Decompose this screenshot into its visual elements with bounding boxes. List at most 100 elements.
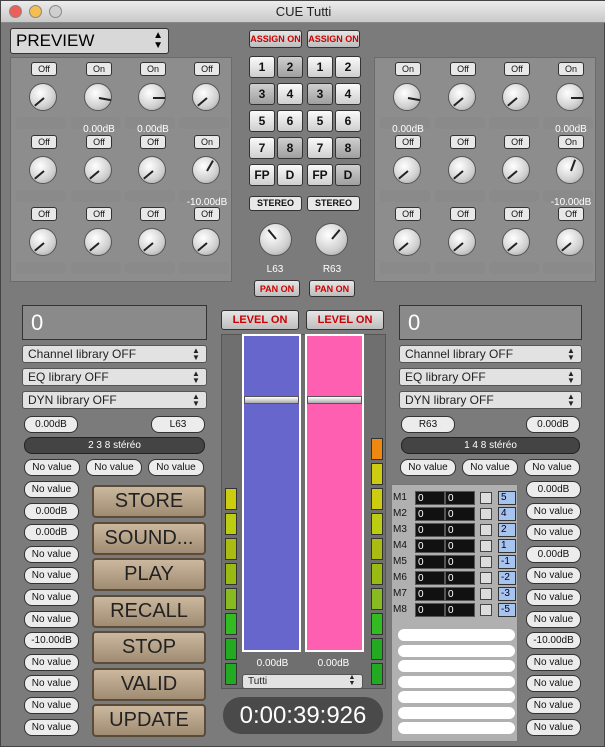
- matrix-checkbox-5[interactable]: [480, 556, 492, 568]
- numpad-left-8-button[interactable]: 8: [277, 137, 303, 159]
- update-button[interactable]: UPDATE: [92, 704, 206, 737]
- right_panel-col-value-3[interactable]: No value: [526, 524, 581, 542]
- left-knob-10[interactable]: [84, 228, 112, 256]
- right-knob-2[interactable]: [448, 83, 476, 111]
- left_panel-col-value-9[interactable]: No value: [24, 653, 79, 671]
- matrix-b-1[interactable]: 0: [445, 491, 475, 505]
- right-knob-9[interactable]: [393, 228, 421, 256]
- left_panel-row-value-3[interactable]: No value: [148, 459, 204, 476]
- right_panel-col-value-11[interactable]: No value: [526, 697, 581, 714]
- numpad-right-6-button[interactable]: 6: [335, 110, 361, 132]
- numpad-right-4-button[interactable]: 4: [335, 83, 361, 105]
- right-toggle-3[interactable]: Off: [504, 62, 530, 76]
- right-toggle-5[interactable]: Off: [395, 135, 421, 149]
- numpad-left-7-button[interactable]: 7: [249, 137, 275, 159]
- matrix-checkbox-1[interactable]: [480, 492, 492, 504]
- left_panel-col-value-11[interactable]: No value: [24, 697, 79, 714]
- left-toggle-2[interactable]: On: [86, 62, 112, 76]
- right-gain-value[interactable]: 0.00dB: [526, 416, 580, 433]
- left-knob-12[interactable]: [192, 228, 220, 256]
- numpad-left-6-button[interactable]: 6: [277, 110, 303, 132]
- right-toggle-7[interactable]: Off: [504, 135, 530, 149]
- right-toggle-9[interactable]: Off: [395, 207, 421, 221]
- matrix-a-4[interactable]: 0: [415, 539, 445, 553]
- right_panel-row-value-1[interactable]: No value: [400, 459, 456, 476]
- right_panel-col-value-6[interactable]: No value: [526, 589, 581, 606]
- matrix-checkbox-4[interactable]: [480, 540, 492, 552]
- matrix-checkbox-2[interactable]: [480, 508, 492, 520]
- matrix-b-2[interactable]: 0: [445, 507, 475, 521]
- fader-left-handle[interactable]: [244, 396, 299, 404]
- left-channel-number[interactable]: 0: [22, 305, 207, 340]
- recall-button[interactable]: RECALL: [92, 594, 206, 628]
- left_panel-col-value-7[interactable]: No value: [24, 610, 79, 628]
- right_panel-row-value-2[interactable]: No value: [462, 459, 518, 476]
- play-button[interactable]: PLAY: [92, 558, 206, 591]
- matrix-value-3[interactable]: 2: [498, 523, 516, 537]
- matrix-value-2[interactable]: 4: [498, 507, 516, 521]
- left-pan-value[interactable]: L63: [151, 416, 205, 433]
- left_panel-col-value-5[interactable]: No value: [24, 567, 79, 585]
- numpad-left-fp-button[interactable]: FP: [249, 164, 275, 186]
- left-toggle-8[interactable]: On: [194, 135, 220, 149]
- assign-on-right-button[interactable]: ASSIGN ON: [307, 30, 360, 48]
- matrix-value-4[interactable]: 1: [498, 539, 516, 553]
- numpad-left-d-button[interactable]: D: [277, 164, 303, 186]
- matrix-checkbox-3[interactable]: [480, 524, 492, 536]
- left-channel-library-select[interactable]: Channel library OFF ▲ ▼: [22, 345, 207, 363]
- left-eq-library-select[interactable]: EQ library OFF ▲ ▼: [22, 368, 207, 386]
- numpad-left-1-button[interactable]: 1: [249, 56, 275, 78]
- left_panel-row-value-1[interactable]: No value: [24, 459, 80, 476]
- right-knob-1[interactable]: [393, 83, 421, 111]
- matrix-empty-slot-3[interactable]: [398, 660, 515, 672]
- numpad-left-4-button[interactable]: 4: [277, 83, 303, 105]
- left-toggle-6[interactable]: Off: [86, 135, 112, 149]
- numpad-right-1-button[interactable]: 1: [307, 56, 333, 78]
- left-knob-4[interactable]: [192, 83, 220, 111]
- matrix-a-3[interactable]: 0: [415, 523, 445, 537]
- matrix-b-4[interactable]: 0: [445, 539, 475, 553]
- left_panel-col-value-6[interactable]: No value: [24, 589, 79, 606]
- group-select[interactable]: Tutti ▲ ▼: [242, 674, 363, 689]
- matrix-empty-slot-7[interactable]: [398, 722, 515, 734]
- stereo-left-button[interactable]: STEREO: [249, 196, 302, 211]
- fader-right-handle[interactable]: [307, 396, 362, 404]
- right-channel-number[interactable]: 0: [399, 305, 582, 340]
- matrix-b-8[interactable]: 0: [445, 603, 475, 617]
- left_panel-row-value-2[interactable]: No value: [86, 459, 142, 476]
- matrix-b-5[interactable]: 0: [445, 555, 475, 569]
- left-toggle-12[interactable]: Off: [194, 207, 220, 221]
- matrix-value-1[interactable]: 5: [498, 491, 516, 505]
- right-knob-5[interactable]: [393, 156, 421, 184]
- matrix-value-7[interactable]: -3: [498, 587, 516, 601]
- right-knob-3[interactable]: [502, 83, 530, 111]
- right_panel-col-value-10[interactable]: No value: [526, 675, 581, 693]
- numpad-left-3-button[interactable]: 3: [249, 83, 275, 105]
- right-toggle-2[interactable]: Off: [450, 62, 476, 76]
- left-toggle-10[interactable]: Off: [86, 207, 112, 221]
- fader-left[interactable]: [242, 334, 301, 652]
- matrix-checkbox-6[interactable]: [480, 572, 492, 584]
- left-toggle-7[interactable]: Off: [140, 135, 166, 149]
- right-pan-value[interactable]: R63: [401, 416, 455, 433]
- level-on-right-button[interactable]: LEVEL ON: [306, 310, 384, 330]
- right-knob-4[interactable]: [556, 83, 584, 111]
- stereo-right-button[interactable]: STEREO: [307, 196, 360, 211]
- right-toggle-10[interactable]: Off: [450, 207, 476, 221]
- right_panel-col-value-2[interactable]: No value: [526, 502, 581, 520]
- sound-button[interactable]: SOUND...: [92, 521, 206, 555]
- left_panel-col-value-10[interactable]: No value: [24, 675, 79, 693]
- numpad-right-8-button[interactable]: 8: [335, 137, 361, 159]
- left_panel-col-value-1[interactable]: No value: [24, 481, 79, 498]
- left-knob-11[interactable]: [138, 228, 166, 256]
- matrix-a-2[interactable]: 0: [415, 507, 445, 521]
- left_panel-col-value-3[interactable]: 0.00dB: [24, 524, 79, 542]
- left_panel-col-value-8[interactable]: -10.00dB: [24, 632, 79, 650]
- numpad-right-2-button[interactable]: 2: [335, 56, 361, 78]
- pan-right-knob[interactable]: [315, 223, 348, 256]
- matrix-empty-slot-1[interactable]: [398, 629, 515, 641]
- right_panel-col-value-4[interactable]: 0.00dB: [526, 545, 581, 563]
- pan-on-left-button[interactable]: PAN ON: [254, 280, 300, 297]
- right-knob-7[interactable]: [502, 156, 530, 184]
- right-knob-12[interactable]: [556, 228, 584, 256]
